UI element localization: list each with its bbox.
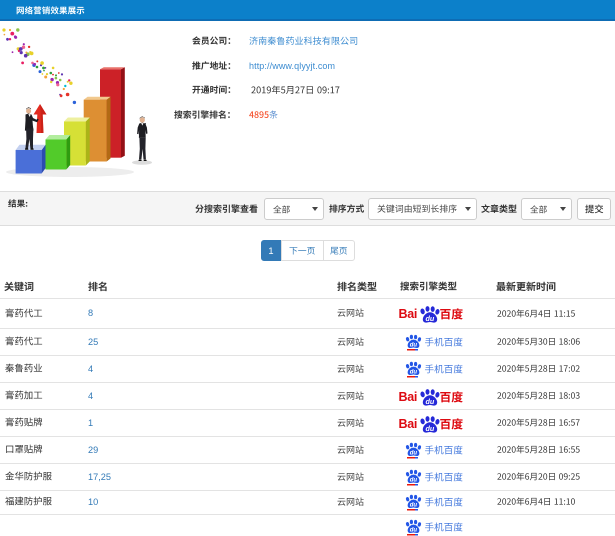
svg-text:Bai: Bai <box>399 390 418 404</box>
svg-text:Bai: Bai <box>399 307 418 321</box>
svg-text:du: du <box>426 314 435 323</box>
svg-text:du: du <box>410 450 418 456</box>
svg-text:du: du <box>426 396 435 405</box>
svg-text:du: du <box>410 527 418 533</box>
svg-text:du: du <box>410 369 418 375</box>
svg-text:du: du <box>410 342 418 348</box>
svg-text:Bai: Bai <box>399 417 418 431</box>
svg-text:du: du <box>410 477 418 483</box>
svg-text:du: du <box>426 423 435 432</box>
svg-text:du: du <box>410 502 418 508</box>
